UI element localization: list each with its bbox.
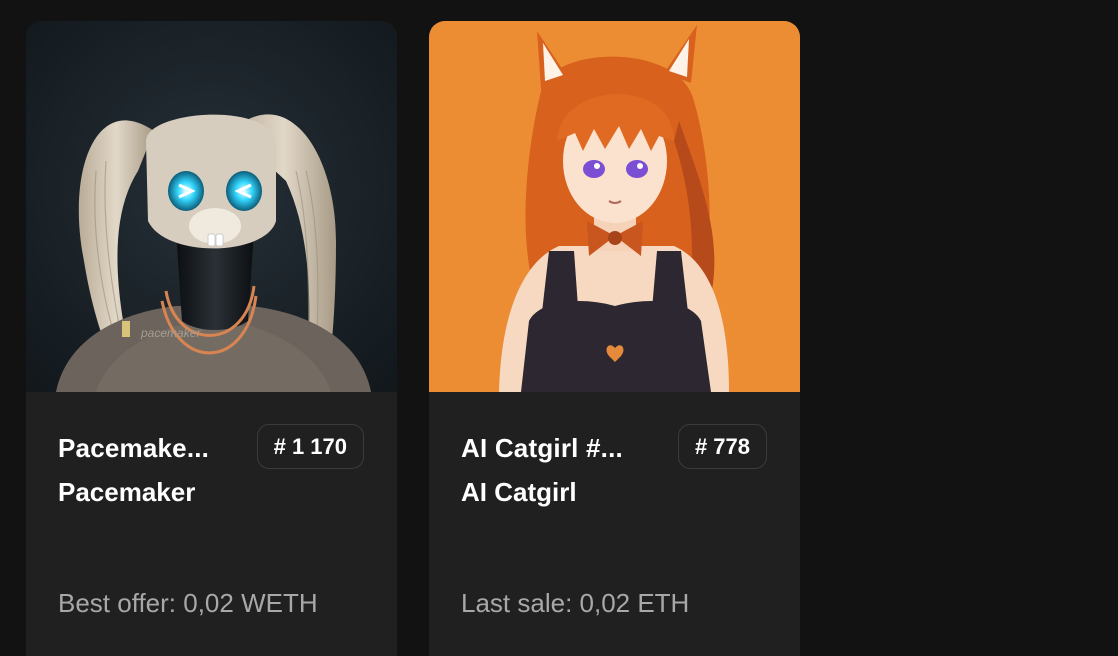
token-id-badge: # 1 170 (256, 424, 364, 469)
nft-grid: pacemaker Pacemake... # 1 170 Pacemaker … (0, 0, 1118, 656)
collection-name[interactable]: AI Catgirl (461, 477, 577, 508)
nft-image-bunny[interactable]: pacemaker (26, 21, 397, 392)
nft-card-info: AI Catgirl #... # 778 AI Catgirl Last sa… (429, 392, 800, 656)
token-id-badge: # 778 (677, 424, 767, 469)
nft-card-info: Pacemake... # 1 170 Pacemaker Best offer… (26, 392, 397, 656)
nft-title[interactable]: AI Catgirl #... (461, 433, 641, 464)
nft-card-ai-catgirl[interactable]: AI Catgirl #... # 778 AI Catgirl Last sa… (429, 21, 800, 656)
collection-name[interactable]: Pacemaker (58, 477, 195, 508)
price-label: Best offer: 0,02 WETH (58, 588, 318, 618)
nft-title[interactable]: Pacemake... (58, 433, 238, 464)
nft-card-pacemaker[interactable]: pacemaker Pacemake... # 1 170 Pacemaker … (26, 21, 397, 656)
nft-image-catgirl[interactable] (429, 21, 800, 392)
svg-text:pacemaker: pacemaker (140, 326, 201, 340)
price-label: Last sale: 0,02 ETH (461, 588, 690, 618)
